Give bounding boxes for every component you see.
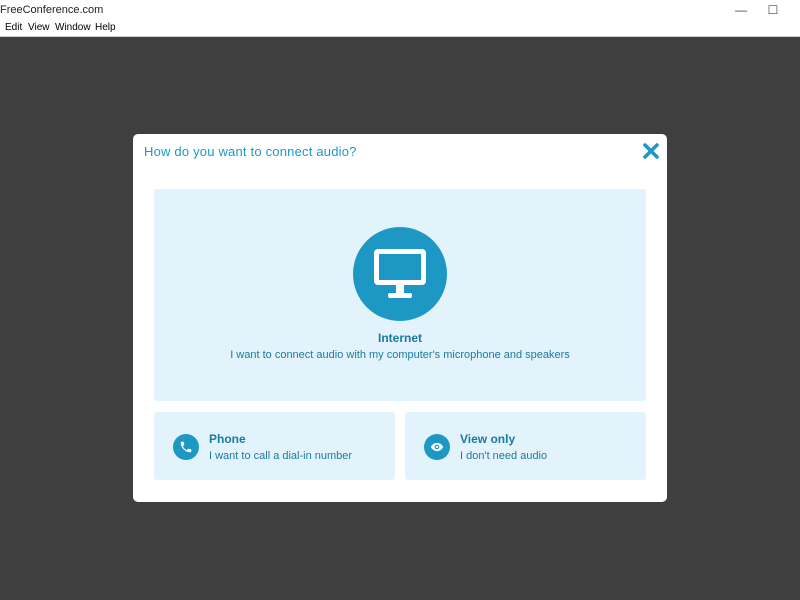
menu-view[interactable]: View: [28, 22, 50, 33]
phone-audio-option[interactable]: Phone I want to call a dial-in number: [154, 412, 395, 480]
dialog-title: How do you want to connect audio?: [144, 144, 357, 159]
menu-edit[interactable]: Edit: [5, 22, 22, 33]
view-only-option-description: I don't need audio: [460, 450, 548, 462]
eye-icon: [424, 434, 450, 460]
window-title: FreeConference.com: [0, 4, 104, 16]
phone-option-label: Phone: [209, 432, 246, 446]
internet-option-label: Internet: [377, 331, 422, 345]
connect-audio-dialog: How do you want to connect audio? Intern…: [133, 134, 667, 502]
menu-help[interactable]: Help: [95, 22, 116, 33]
dialog-header: How do you want to connect audio?: [133, 134, 667, 168]
phone-icon: [173, 434, 199, 460]
phone-option-description: I want to call a dial-in number: [209, 450, 353, 462]
view-only-option-label: View only: [460, 432, 516, 446]
title-bar: FreeConference.com — ☐: [0, 0, 800, 20]
monitor-icon: [353, 227, 447, 321]
maximize-button[interactable]: ☐: [756, 0, 790, 20]
close-icon[interactable]: [642, 142, 660, 160]
minimize-button[interactable]: —: [724, 0, 758, 20]
menu-window[interactable]: Window: [55, 22, 91, 33]
menu-bar: Edit View Window Help: [0, 20, 800, 37]
app-window: FreeConference.com — ☐ Edit View Window …: [0, 0, 800, 600]
view-only-option[interactable]: View only I don't need audio: [405, 412, 646, 480]
internet-option-description: I want to connect audio with my computer…: [230, 349, 570, 361]
internet-audio-option[interactable]: Internet I want to connect audio with my…: [154, 189, 646, 401]
